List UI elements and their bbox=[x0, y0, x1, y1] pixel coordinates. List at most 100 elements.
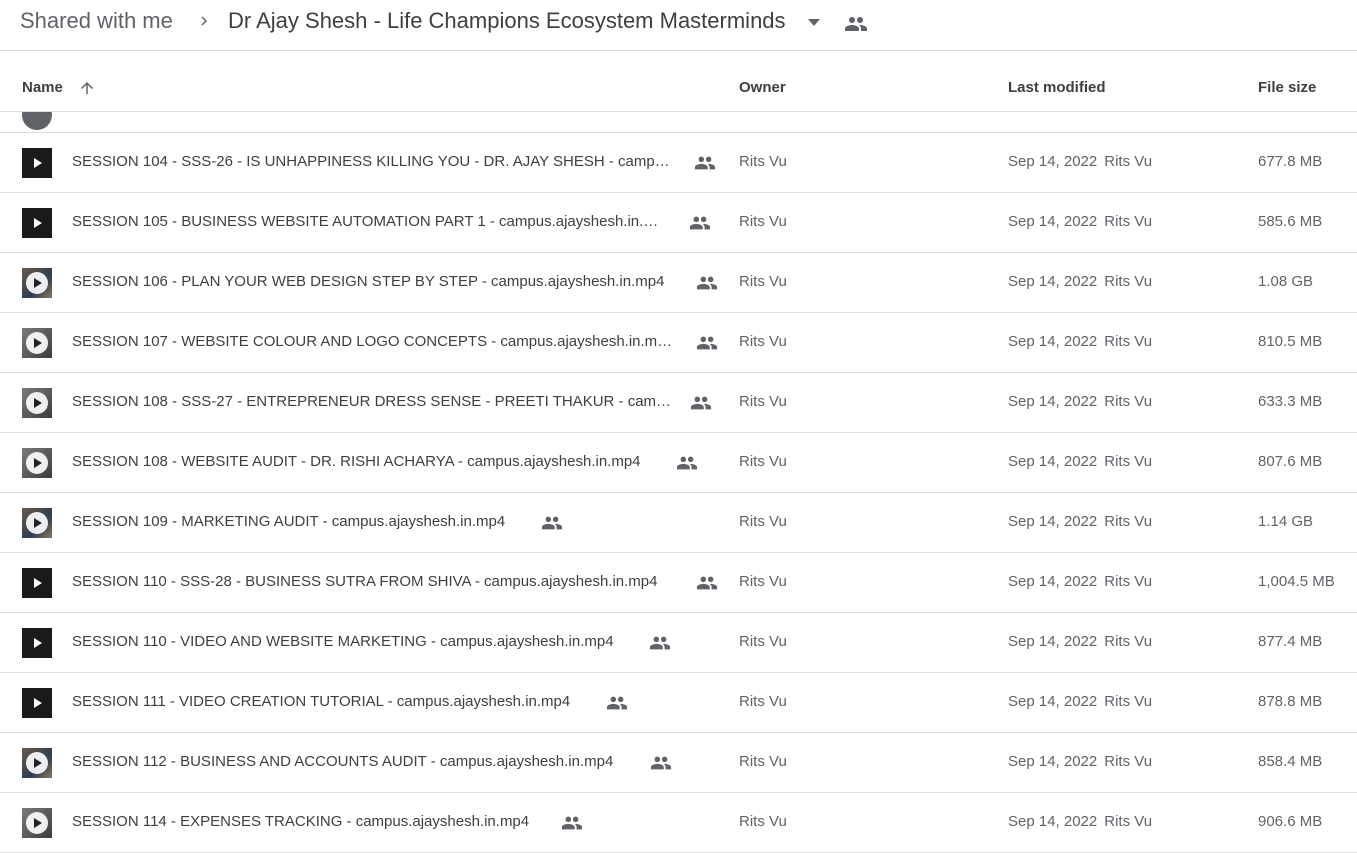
modified-by: Rits Vu bbox=[1104, 693, 1153, 710]
table-row[interactable]: SESSION 107 - WEBSITE COLOUR AND LOGO CO… bbox=[0, 313, 1357, 373]
table-row[interactable]: SESSION 104 - SSS-26 - IS UNHAPPINESS KI… bbox=[0, 133, 1357, 193]
table-row[interactable]: SESSION 111 - VIDEO CREATION TUTORIAL - … bbox=[0, 673, 1357, 733]
file-size: 677.8 MB bbox=[1258, 153, 1323, 170]
file-size: 633.3 MB bbox=[1258, 393, 1323, 410]
modified-date: Sep 14, 2022 bbox=[1008, 753, 1098, 770]
file-size: 1.14 GB bbox=[1258, 513, 1314, 530]
breadcrumb: Shared with me Dr Ajay Shesh - Life Cham… bbox=[0, 0, 1357, 51]
people-icon[interactable] bbox=[844, 12, 868, 36]
file-last-modified: Sep 14, 2022 Rits Vu bbox=[1008, 153, 1152, 170]
modified-date: Sep 14, 2022 bbox=[1008, 513, 1098, 530]
column-header-owner[interactable]: Owner bbox=[739, 79, 786, 96]
file-size: 807.6 MB bbox=[1258, 453, 1323, 470]
video-thumbnail bbox=[22, 508, 52, 538]
file-last-modified: Sep 14, 2022 Rits Vu bbox=[1008, 453, 1152, 470]
file-name[interactable]: SESSION 105 - BUSINESS WEBSITE AUTOMATIO… bbox=[72, 213, 658, 230]
file-owner: Rits Vu bbox=[739, 213, 787, 230]
chevron-right-icon bbox=[201, 16, 207, 26]
people-icon bbox=[541, 516, 563, 530]
video-thumbnail bbox=[22, 208, 52, 238]
video-thumbnail bbox=[22, 688, 52, 718]
video-play-icon bbox=[26, 272, 48, 294]
file-last-modified: Sep 14, 2022 Rits Vu bbox=[1008, 813, 1152, 830]
file-owner: Rits Vu bbox=[739, 393, 787, 410]
modified-by: Rits Vu bbox=[1104, 273, 1153, 290]
people-icon bbox=[696, 336, 718, 350]
file-last-modified: Sep 14, 2022 Rits Vu bbox=[1008, 693, 1152, 710]
modified-date: Sep 14, 2022 bbox=[1008, 393, 1098, 410]
people-icon bbox=[690, 396, 712, 410]
file-name[interactable]: SESSION 108 - SSS-27 - ENTREPRENEUR DRES… bbox=[72, 393, 678, 410]
breadcrumb-shared-with-me[interactable]: Shared with me bbox=[20, 8, 173, 34]
table-row[interactable]: SESSION 114 - EXPENSES TRACKING - campus… bbox=[0, 793, 1357, 853]
video-thumbnail bbox=[22, 748, 52, 778]
video-play-icon bbox=[26, 212, 48, 234]
table-row[interactable]: SESSION 112 - BUSINESS AND ACCOUNTS AUDI… bbox=[0, 733, 1357, 793]
file-last-modified: Sep 14, 2022 Rits Vu bbox=[1008, 753, 1152, 770]
file-name[interactable]: SESSION 106 - PLAN YOUR WEB DESIGN STEP … bbox=[72, 273, 664, 290]
video-thumbnail bbox=[22, 388, 52, 418]
people-icon bbox=[649, 636, 671, 650]
video-play-icon bbox=[26, 512, 48, 534]
column-header-name[interactable]: Name bbox=[22, 79, 63, 96]
video-play-icon bbox=[26, 572, 48, 594]
file-name[interactable]: SESSION 111 - VIDEO CREATION TUTORIAL - … bbox=[72, 693, 570, 710]
modified-by: Rits Vu bbox=[1104, 633, 1153, 650]
modified-date: Sep 14, 2022 bbox=[1008, 573, 1098, 590]
file-list-header: Name Owner Last modified File size bbox=[0, 52, 1357, 112]
table-row[interactable]: SESSION 108 - WEBSITE AUDIT - DR. RISHI … bbox=[0, 433, 1357, 493]
video-play-icon bbox=[26, 332, 48, 354]
column-header-last-modified[interactable]: Last modified bbox=[1008, 79, 1106, 96]
file-name[interactable]: SESSION 107 - WEBSITE COLOUR AND LOGO CO… bbox=[72, 333, 672, 350]
video-play-icon bbox=[26, 812, 48, 834]
table-row[interactable]: SESSION 108 - SSS-27 - ENTREPRENEUR DRES… bbox=[0, 373, 1357, 433]
file-last-modified: Sep 14, 2022 Rits Vu bbox=[1008, 213, 1152, 230]
file-name[interactable]: SESSION 112 - BUSINESS AND ACCOUNTS AUDI… bbox=[72, 753, 613, 770]
table-row[interactable]: SESSION 109 - MARKETING AUDIT - campus.a… bbox=[0, 493, 1357, 553]
table-row[interactable]: SESSION 105 - BUSINESS WEBSITE AUTOMATIO… bbox=[0, 193, 1357, 253]
file-owner: Rits Vu bbox=[739, 273, 787, 290]
file-size: 1,004.5 MB bbox=[1258, 573, 1335, 590]
arrow-upward-icon[interactable] bbox=[78, 79, 96, 97]
file-size: 1.08 GB bbox=[1258, 273, 1314, 290]
table-row[interactable]: SESSION 106 - PLAN YOUR WEB DESIGN STEP … bbox=[0, 253, 1357, 313]
video-play-icon bbox=[26, 392, 48, 414]
people-icon bbox=[694, 156, 716, 170]
file-name[interactable]: SESSION 108 - WEBSITE AUDIT - DR. RISHI … bbox=[72, 453, 641, 470]
column-header-file-size[interactable]: File size bbox=[1258, 79, 1316, 96]
people-icon bbox=[696, 276, 718, 290]
file-owner: Rits Vu bbox=[739, 333, 787, 350]
people-icon bbox=[650, 756, 672, 770]
file-last-modified: Sep 14, 2022 Rits Vu bbox=[1008, 573, 1152, 590]
breadcrumb-current-folder[interactable]: Dr Ajay Shesh - Life Champions Ecosystem… bbox=[228, 8, 786, 34]
file-name[interactable]: SESSION 110 - SSS-28 - BUSINESS SUTRA FR… bbox=[72, 573, 657, 590]
file-owner: Rits Vu bbox=[739, 153, 787, 170]
table-row[interactable]: SESSION 110 - SSS-28 - BUSINESS SUTRA FR… bbox=[0, 553, 1357, 613]
file-last-modified: Sep 14, 2022 Rits Vu bbox=[1008, 393, 1152, 410]
modified-date: Sep 14, 2022 bbox=[1008, 633, 1098, 650]
modified-by: Rits Vu bbox=[1104, 453, 1153, 470]
file-name[interactable]: SESSION 110 - VIDEO AND WEBSITE MARKETIN… bbox=[72, 633, 614, 650]
modified-by: Rits Vu bbox=[1104, 213, 1153, 230]
modified-by: Rits Vu bbox=[1104, 333, 1153, 350]
file-owner: Rits Vu bbox=[739, 753, 787, 770]
people-icon bbox=[606, 696, 628, 710]
arrow-drop-down-icon[interactable] bbox=[806, 16, 822, 28]
modified-by: Rits Vu bbox=[1104, 393, 1153, 410]
file-list: SESSION 104 - SSS-26 - IS UNHAPPINESS KI… bbox=[0, 133, 1357, 853]
file-size: 906.6 MB bbox=[1258, 813, 1323, 830]
file-name[interactable]: SESSION 109 - MARKETING AUDIT - campus.a… bbox=[72, 513, 505, 530]
table-row[interactable]: SESSION 110 - VIDEO AND WEBSITE MARKETIN… bbox=[0, 613, 1357, 673]
file-name[interactable]: SESSION 114 - EXPENSES TRACKING - campus… bbox=[72, 813, 529, 830]
file-last-modified: Sep 14, 2022 Rits Vu bbox=[1008, 513, 1152, 530]
modified-by: Rits Vu bbox=[1104, 513, 1153, 530]
table-row-partial[interactable] bbox=[0, 112, 1357, 133]
video-thumbnail bbox=[22, 112, 52, 130]
file-size: 858.4 MB bbox=[1258, 753, 1323, 770]
video-thumbnail bbox=[22, 148, 52, 178]
file-name[interactable]: SESSION 104 - SSS-26 - IS UNHAPPINESS KI… bbox=[72, 153, 670, 170]
file-last-modified: Sep 14, 2022 Rits Vu bbox=[1008, 633, 1152, 650]
file-owner: Rits Vu bbox=[739, 573, 787, 590]
video-play-icon bbox=[26, 452, 48, 474]
modified-date: Sep 14, 2022 bbox=[1008, 213, 1098, 230]
